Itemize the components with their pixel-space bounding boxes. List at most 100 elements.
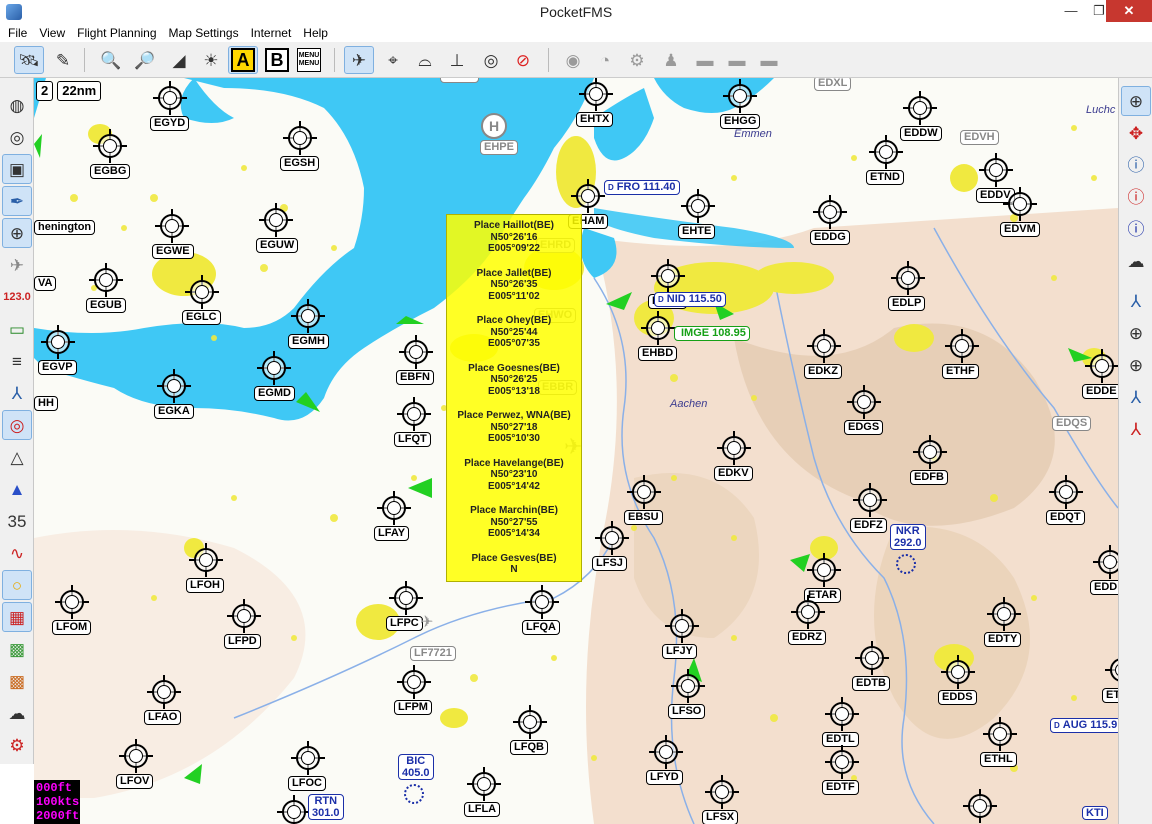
airport-label[interactable]: LFAY xyxy=(374,526,410,541)
track-3-button[interactable]: ▬ xyxy=(754,46,784,74)
airport-label[interactable]: EBFN xyxy=(396,370,434,385)
airport-label[interactable]: EDDW xyxy=(900,126,942,141)
airport-button[interactable]: ◎ xyxy=(2,122,32,152)
zoom-level[interactable]: 2 xyxy=(36,81,54,101)
route-edit-button[interactable]: ✎ xyxy=(48,46,78,74)
restricted-zone-label[interactable]: EDXL xyxy=(814,78,852,91)
airport-label[interactable]: LFQT xyxy=(394,432,431,447)
obstacle-button[interactable]: ▭ xyxy=(2,314,32,344)
details-button[interactable]: ⓘ xyxy=(1121,214,1151,244)
airport-label[interactable]: EDGS xyxy=(844,420,884,435)
waypoint-button[interactable]: ⊕ xyxy=(2,218,32,248)
weather-info-button[interactable]: ☁ xyxy=(1121,246,1151,276)
airport-label[interactable]: LFOM xyxy=(52,620,92,635)
airport-label[interactable]: LFAO xyxy=(144,710,182,725)
airport-label[interactable]: EGSH xyxy=(280,156,320,171)
airport-label[interactable]: LFLA xyxy=(464,802,501,817)
airport-label[interactable]: LFSO xyxy=(668,704,706,719)
restricted-zone-label[interactable]: LF7721 xyxy=(410,646,456,661)
place-entry[interactable]: Place Havelange(BE) N50°23'10 E005°14'42 xyxy=(447,458,581,493)
close-button[interactable]: ✕ xyxy=(1106,0,1152,22)
place-entry[interactable]: Place Haillot(BE) N50°26'16 E005°09'22 xyxy=(447,220,581,255)
airport-label[interactable]: LFOV xyxy=(116,774,154,789)
airport-label[interactable]: EDDE xyxy=(1082,384,1118,399)
day-night-button[interactable]: ☀ xyxy=(196,46,226,74)
airport-label[interactable]: LFQB xyxy=(510,740,548,755)
place-entry[interactable]: Place Marchin(BE) N50°27'55 E005°14'34 xyxy=(447,505,581,540)
airport-label[interactable]: EGMD xyxy=(254,386,295,401)
center-aircraft-button[interactable]: ✈ xyxy=(344,46,374,74)
airport-label[interactable]: EDFB xyxy=(910,470,948,485)
airport-label[interactable]: EDTY xyxy=(984,632,1022,647)
restricted-zone-label[interactable]: EDVH xyxy=(960,130,999,145)
airport-label[interactable]: VA xyxy=(34,276,57,291)
airport-label[interactable]: LFYD xyxy=(646,770,683,785)
runway-button[interactable]: ⊥ xyxy=(442,46,472,74)
navaid-label[interactable]: D NID 115.50 xyxy=(654,292,726,307)
airport-label[interactable]: EGWE xyxy=(152,244,194,259)
airspace-button[interactable]: ⅄ xyxy=(2,378,32,408)
gear-red-button[interactable]: ⚙ xyxy=(2,730,32,760)
menu-file[interactable]: File xyxy=(2,24,33,42)
track-1-button[interactable]: ▬ xyxy=(690,46,720,74)
airport-label[interactable]: EDFZ xyxy=(850,518,887,533)
ndb-label[interactable]: KTI xyxy=(1082,806,1108,820)
triangle-button[interactable]: ▲ xyxy=(2,474,32,504)
airport-label[interactable]: EDRZ xyxy=(788,630,826,645)
airport-label[interactable]: EDTB xyxy=(852,676,890,691)
airport-label[interactable]: EDTF xyxy=(822,780,859,795)
navaid-label[interactable]: IMGE 108.95 xyxy=(674,326,750,341)
airport-label[interactable]: HH xyxy=(34,396,58,411)
airport-label[interactable]: EGUW xyxy=(256,238,299,253)
airport-label[interactable]: EHTE xyxy=(678,224,716,239)
airport-label[interactable]: ETHF xyxy=(942,364,979,379)
airport-label[interactable]: EDKV xyxy=(714,466,753,481)
chart-2-button[interactable]: ▩ xyxy=(2,666,32,696)
aircraft-button[interactable]: ✈ xyxy=(2,250,32,280)
place-entry[interactable]: Place Jallet(BE) N50°26'35 E005°11'02 xyxy=(447,268,581,303)
airport-label[interactable]: EHGG xyxy=(720,114,761,129)
airport-label[interactable]: EGYD xyxy=(150,116,190,131)
airport-label[interactable]: EBSU xyxy=(624,510,663,525)
altitude-button[interactable]: 35 xyxy=(2,506,32,536)
airport-label[interactable]: EHTX xyxy=(576,112,614,127)
airport-label[interactable]: LFOH xyxy=(186,578,224,593)
restricted-zone-label[interactable]: EHPE xyxy=(480,140,518,155)
grid-button[interactable]: ▦ xyxy=(2,602,32,632)
airport-label[interactable]: EDDN xyxy=(1090,580,1118,595)
remove-waypoint-button[interactable]: ⅄ xyxy=(1121,414,1151,444)
airport-label[interactable]: LFOC xyxy=(288,776,326,791)
heliport-button[interactable]: ▣ xyxy=(2,154,32,184)
airport-label[interactable]: EGUB xyxy=(86,298,126,313)
airport-label[interactable]: EGKA xyxy=(154,404,194,419)
chart-1-button[interactable]: ▩ xyxy=(2,634,32,664)
speed-button[interactable]: ◉ xyxy=(558,46,588,74)
airport-label[interactable]: LFJY xyxy=(662,644,697,659)
menu-map-settings[interactable]: Map Settings xyxy=(163,24,245,42)
no-fly-button[interactable]: ⊘ xyxy=(508,46,538,74)
zoom-in-button[interactable]: 🔍 xyxy=(96,46,126,74)
airport-label[interactable]: EHBD xyxy=(638,346,678,361)
airport-label[interactable]: EDLP xyxy=(888,296,926,311)
airport-label[interactable]: EDKZ xyxy=(804,364,842,379)
pilot-button[interactable]: ♟ xyxy=(656,46,686,74)
layer-b-button[interactable]: B xyxy=(262,46,292,74)
minimize-button[interactable]: — xyxy=(1056,0,1086,22)
weather-button[interactable]: ☁ xyxy=(2,698,32,728)
center-map-button[interactable]: ⌖ xyxy=(378,46,408,74)
info-button[interactable]: ⓘ xyxy=(1121,150,1151,180)
airport-label[interactable]: EDVM xyxy=(1000,222,1040,237)
place-info-popup[interactable]: Place Haillot(BE) N50°26'16 E005°09'22 Plac… xyxy=(446,214,582,582)
ndb-button[interactable]: ◎ xyxy=(2,410,32,440)
ndb-label[interactable]: BIC 405.0 xyxy=(398,754,434,780)
airport-label[interactable]: EGBG xyxy=(90,164,131,179)
place-entry[interactable]: Place Perwez, WNA(BE) N50°27'18 E005°10'30 xyxy=(447,410,581,445)
airport-label[interactable]: LFQA xyxy=(522,620,560,635)
warning-button[interactable]: ⓘ xyxy=(1121,182,1151,212)
add-waypoint-button[interactable]: ⅄ xyxy=(1121,382,1151,412)
place-entry[interactable]: Place Ohey(BE) N50°25'44 E005°07'35 xyxy=(447,315,581,350)
airport-label[interactable]: LFSX xyxy=(702,810,739,824)
target-button[interactable]: ⊕ xyxy=(1121,350,1151,380)
settings-button[interactable]: ⚙ xyxy=(622,46,652,74)
airport-label[interactable]: EGMH xyxy=(288,334,329,349)
